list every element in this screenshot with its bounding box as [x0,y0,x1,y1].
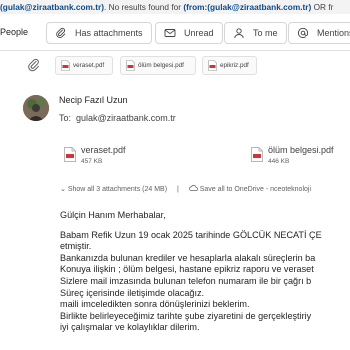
body-line: Konuya ilişkin ; ölüm belgesi, hastane e… [60,264,314,275]
save-to-onedrive-link[interactable]: Save all to OneDrive - nceoteknoloji [200,186,311,193]
separator: | [177,186,179,193]
attachment-size: 446 KB [268,158,290,165]
body-line: iyi çalışmalar ve kolaylıklar dilerim. [60,322,200,333]
paperclip-icon [56,27,66,38]
paperclip-icon [28,58,39,72]
body-line: Sizlere mail imzasında bulunan telefon n… [60,275,312,286]
mentions-label: Mentions [317,28,350,38]
attachment-chip-label: ölüm belgesi.pdf [138,62,184,69]
attachment-size: 457 KB [81,158,103,165]
pdf-file-icon [61,60,70,71]
mentions-filter[interactable]: Mentions [288,22,350,44]
attachment-chip-olum-belgesi[interactable]: ölüm belgesi.pdf [120,56,196,75]
body-line: Bankanızda bulunan krediler ve hesaplarl… [60,252,316,263]
attachment-chip-label: veraset.pdf [73,62,105,69]
at-sign-icon [297,27,309,38]
unread-filter[interactable]: Unread [155,22,223,44]
search-query-expanded: (from:(gulak@ziraatbank.com.tr) [183,2,312,12]
cloud-icon [188,185,198,191]
pdf-file-icon [64,147,76,162]
to-label: To: [59,113,72,123]
attachment-chip-veraset[interactable]: veraset.pdf [55,56,113,75]
recipient-line: To: gulak@ziraatbank.com.tr [59,113,176,123]
chevron-down-icon: ⌄ [60,186,66,193]
people-filter[interactable]: People [0,27,28,37]
show-all-attachments-link[interactable]: Show all 3 attachments (24 MB) [68,186,167,193]
body-line: maili imceledikten sonra dönüşlerinizi b… [60,299,250,310]
divider [0,50,350,51]
filter-bar: People Has attachments Unread To me Ment… [0,18,350,50]
attachment-card-olum-belgesi[interactable]: ölüm belgesi.pdf 446 KB [251,145,350,169]
pdf-file-icon [208,60,217,71]
attachment-chip-epikriz[interactable]: epikriz.pdf [202,56,257,75]
has-attachments-label: Has attachments [75,28,143,38]
search-query: (gulak@ziraatbank.com.tr) [0,2,104,12]
to-address[interactable]: gulak@ziraatbank.com.tr [76,113,176,123]
body-line: Birlikte belirleyeceğimiz tarihte şube z… [60,310,312,321]
body-line: Gülçin Hanım Merhabalar, [60,210,166,220]
no-results-text: . No results found for [104,2,184,12]
attachment-card-veraset[interactable]: veraset.pdf 457 KB [64,145,184,169]
to-me-filter[interactable]: To me [224,22,287,44]
unread-label: Unread [184,28,214,38]
body-line: Süreç içerisinde iletişimde olacağız. [60,287,205,298]
person-icon [234,28,244,39]
to-me-label: To me [253,28,278,38]
body-line: etmiştir. [60,241,92,252]
body-line: Babam Refik Uzun 19 ocak 2025 tarihinde … [60,229,322,240]
pdf-file-icon [126,60,135,71]
attachments-actions: ⌄ Show all 3 attachments (24 MB) | Save … [60,184,311,193]
attachment-name: veraset.pdf [81,145,126,155]
pdf-file-icon [251,147,263,162]
message-list-attachments: veraset.pdf ölüm belgesi.pdf epikriz.pdf [0,56,350,76]
search-query-tail: OR fr [311,2,334,12]
message-body: Gülçin Hanım Merhabalar, Babam Refik Uzu… [60,210,350,334]
attachment-chip-label: epikriz.pdf [220,62,249,69]
search-results-header: (gulak@ziraatbank.com.tr). No results fo… [0,0,350,14]
has-attachments-filter[interactable]: Has attachments [46,22,152,44]
attachment-name: ölüm belgesi.pdf [268,145,334,155]
mail-icon [164,29,176,37]
avatar-photo-icon [23,95,49,121]
avatar[interactable] [23,95,49,121]
sender-name[interactable]: Necip Fazıl Uzun [59,95,128,105]
